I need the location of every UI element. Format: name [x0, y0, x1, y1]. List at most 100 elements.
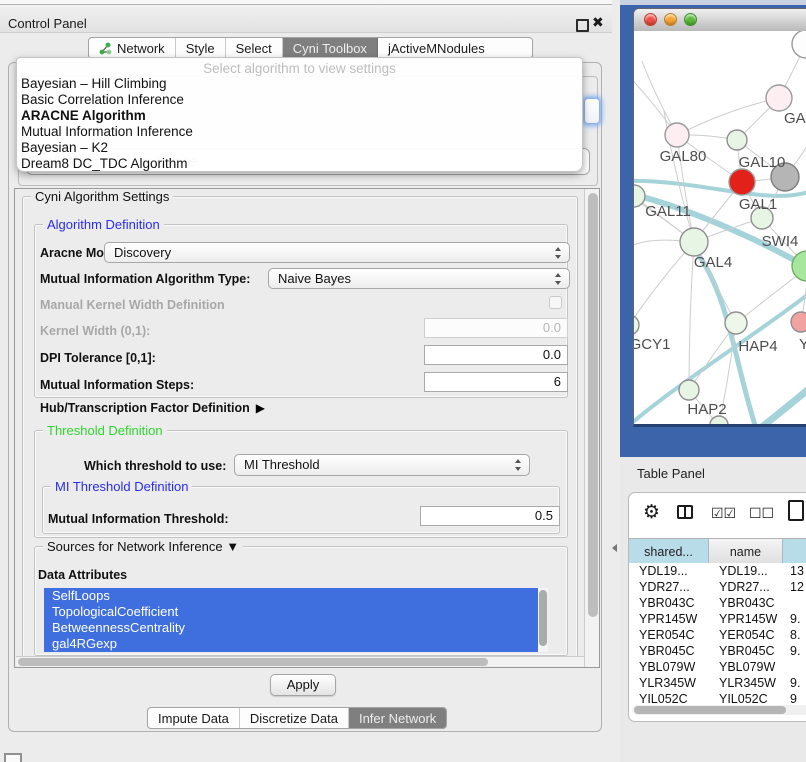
- tab-label: Style: [186, 41, 215, 56]
- tab-style[interactable]: Style: [176, 38, 226, 58]
- table-cell: YBR045C: [629, 643, 709, 659]
- manual-kernel-checkbox[interactable]: [549, 296, 562, 309]
- network-node[interactable]: [766, 85, 792, 111]
- table-header-row: shared...nameA: [629, 538, 806, 563]
- network-node-label: GAL11: [645, 203, 691, 220]
- control-panel-tabbar: Network Style Select Cyni Toolbox jActiv…: [88, 37, 533, 59]
- network-node[interactable]: [729, 169, 755, 195]
- dropdown-item[interactable]: Basic Correlation Inference: [17, 92, 582, 108]
- apply-button[interactable]: Apply: [270, 674, 336, 696]
- network-window-titlebar[interactable]: [634, 9, 806, 32]
- network-graph-canvas[interactable]: GALGAL80GAL10GAL1GAL11SWI4GAL4GCY1HAP4YH…: [634, 31, 806, 424]
- column-header[interactable]: A: [783, 539, 806, 564]
- network-edge[interactable]: [634, 242, 694, 325]
- network-node[interactable]: [679, 380, 699, 400]
- split-columns-icon[interactable]: [677, 505, 693, 519]
- table-horizontal-scrollbar[interactable]: [632, 705, 806, 715]
- table-row[interactable]: YBR043CYBR043C: [629, 595, 806, 611]
- hub-definition-label: Hub/Transcription Factor Definition: [40, 401, 250, 415]
- table-row[interactable]: YER054CYER054C8.: [629, 627, 806, 643]
- network-node[interactable]: [634, 315, 639, 335]
- network-node[interactable]: [725, 312, 747, 334]
- tab-label: Network: [117, 41, 165, 56]
- close-icon[interactable]: ✖: [592, 14, 604, 31]
- minimized-panel-icon[interactable]: [4, 753, 22, 762]
- tab-discretize-data[interactable]: Discretize Data: [240, 708, 349, 728]
- table-cell: YLR345W: [629, 675, 709, 691]
- panel-title: Control Panel: [8, 16, 87, 31]
- hub-definition-toggle[interactable]: Hub/Transcription Factor Definition▶: [40, 401, 265, 415]
- attribute-list-item[interactable]: gal4RGexp: [44, 636, 544, 652]
- table-cell: YIL052C: [629, 691, 709, 705]
- gear-icon[interactable]: ⚙: [643, 501, 660, 524]
- table-row[interactable]: YPR145WYPR145W9.: [629, 611, 806, 627]
- table-cell: YDL19...: [629, 563, 709, 579]
- unchecked-boxes-icon[interactable]: ☐☐: [749, 505, 774, 522]
- network-edge[interactable]: [677, 98, 779, 135]
- network-node[interactable]: [680, 228, 708, 256]
- list-scrollbar[interactable]: [538, 588, 548, 652]
- dropdown-item[interactable]: Bayesian – K2: [17, 140, 582, 156]
- data-attributes-list[interactable]: SelfLoopsTopologicalCoefficientBetweenne…: [44, 588, 548, 652]
- data-attributes-label: Data Attributes: [38, 568, 127, 582]
- attribute-list-item[interactable]: BetweennessCentrality: [44, 620, 544, 636]
- splitter-collapse-icon[interactable]: [612, 544, 617, 552]
- zoom-traffic-light-icon[interactable]: [684, 13, 697, 26]
- table-cell: YPR145W: [709, 611, 783, 627]
- table-row[interactable]: YBR045CYBR045C9.: [629, 643, 806, 659]
- table-cell: YDR27...: [709, 579, 783, 595]
- sources-toggle[interactable]: Sources for Network Inference ▼: [43, 539, 243, 554]
- vertical-scrollbar[interactable]: [584, 189, 599, 667]
- network-node[interactable]: [792, 31, 806, 58]
- table-row[interactable]: YLR345WYLR345W9.: [629, 675, 806, 691]
- network-view-window[interactable]: GALGAL80GAL10GAL1GAL11SWI4GAL4GCY1HAP4YH…: [633, 8, 806, 427]
- network-node[interactable]: [665, 123, 689, 147]
- table-row[interactable]: YBL079WYBL079W: [629, 659, 806, 675]
- attribute-list-item[interactable]: TopologicalCoefficient: [44, 604, 544, 620]
- dropdown-item[interactable]: Mutual Information Inference: [17, 124, 582, 140]
- table-row[interactable]: YIL052CYIL052C9: [629, 691, 806, 705]
- network-edge-highlighted[interactable]: [758, 383, 806, 424]
- table-cell: YER054C: [709, 627, 783, 643]
- close-traffic-light-icon[interactable]: [644, 13, 657, 26]
- table-row[interactable]: YDR27...YDR27...12: [629, 579, 806, 595]
- float-window-icon[interactable]: [576, 19, 589, 32]
- attribute-list-item[interactable]: SelfLoops: [44, 588, 544, 604]
- minimize-traffic-light-icon[interactable]: [664, 13, 677, 26]
- aracne-mode-combo[interactable]: Discovery: [104, 242, 570, 263]
- network-node[interactable]: [792, 251, 806, 281]
- table-panel: ⚙ ☑☑ ☐☐ shared...nameA YDL19...YDL19...1…: [628, 492, 806, 722]
- kernel-width-input[interactable]: 0.0: [424, 318, 568, 338]
- tab-label: Discretize Data: [250, 711, 338, 726]
- which-threshold-label: Which threshold to use:: [84, 459, 226, 473]
- mi-type-combo[interactable]: Naive Bayes: [268, 268, 570, 289]
- network-node[interactable]: [727, 130, 747, 150]
- dropdown-item[interactable]: Bayesian – Hill Climbing: [17, 76, 582, 92]
- tab-network[interactable]: Network: [89, 38, 176, 58]
- mi-steps-input[interactable]: 6: [424, 372, 568, 392]
- tab-select[interactable]: Select: [226, 38, 283, 58]
- column-header[interactable]: shared...: [629, 539, 709, 564]
- network-edge[interactable]: [689, 323, 736, 390]
- table-row[interactable]: YDL19...YDL19...13: [629, 563, 806, 579]
- desktop-top-strip: [620, 0, 806, 5]
- dropdown-item[interactable]: Dream8 DC_TDC Algorithm: [17, 156, 582, 172]
- page-icon[interactable]: [788, 500, 804, 521]
- tab-jactivemnodules[interactable]: jActiveMNodules: [378, 38, 495, 58]
- dpi-tolerance-input[interactable]: 0.0: [424, 345, 568, 365]
- tab-infer-network[interactable]: Infer Network: [349, 708, 446, 728]
- kernel-width-label: Kernel Width (0,1):: [40, 324, 150, 338]
- horizontal-scrollbar[interactable]: [16, 656, 584, 666]
- network-node[interactable]: [791, 312, 806, 332]
- which-threshold-combo[interactable]: MI Threshold: [234, 454, 530, 476]
- dropdown-item[interactable]: ARACNE Algorithm: [17, 108, 582, 124]
- column-header[interactable]: name: [709, 539, 783, 564]
- checked-boxes-icon[interactable]: ☑☑: [711, 505, 736, 522]
- tab-impute-data[interactable]: Impute Data: [148, 708, 240, 728]
- help-button[interactable]: [584, 98, 600, 124]
- mi-threshold-input[interactable]: 0.5: [420, 506, 560, 526]
- table-cell: YPR145W: [629, 611, 709, 627]
- group-title: Algorithm Definition: [43, 217, 164, 232]
- tab-cyni-toolbox[interactable]: Cyni Toolbox: [283, 38, 378, 58]
- network-node-label: HAP4: [738, 338, 777, 355]
